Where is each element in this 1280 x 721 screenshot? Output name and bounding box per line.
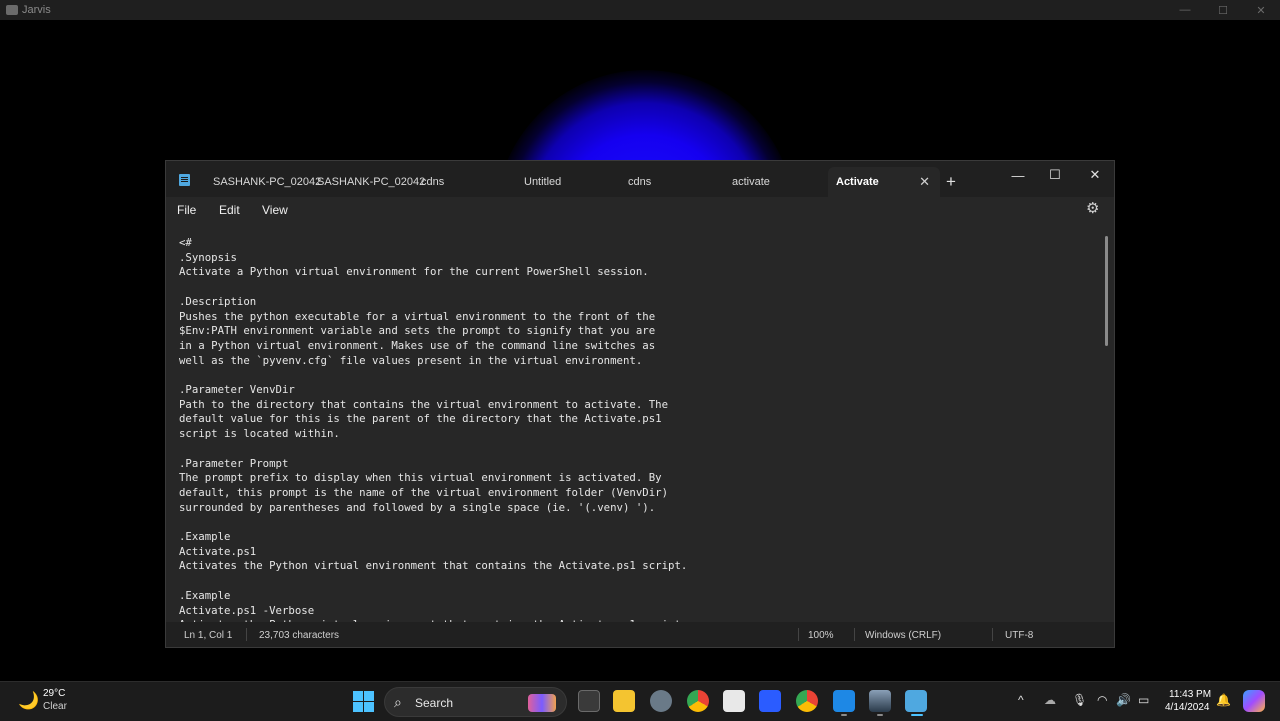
- zoom-level[interactable]: 100%: [808, 630, 834, 641]
- file-explorer-icon[interactable]: [613, 690, 635, 712]
- document-text[interactable]: <# .Synopsis Activate a Python virtual e…: [179, 236, 687, 622]
- tab-activate-lower[interactable]: activate: [732, 167, 770, 197]
- active-indicator: [911, 714, 923, 716]
- gear-icon[interactable]: ⚙: [1086, 201, 1102, 217]
- status-divider: [798, 628, 799, 641]
- close-button[interactable]: ✕: [1075, 163, 1115, 187]
- onedrive-icon[interactable]: ☁: [1044, 693, 1056, 707]
- store-icon[interactable]: [723, 690, 745, 712]
- host-minimize-button[interactable]: —: [1166, 0, 1204, 20]
- bell-icon[interactable]: 🔔: [1216, 693, 1231, 707]
- search-label: Search: [415, 696, 454, 710]
- battery-icon[interactable]: ▭: [1138, 693, 1149, 707]
- vscode-icon[interactable]: [833, 690, 855, 712]
- notepad-window: SASHANK-PC_02042 SASHANK-PC_02042 cdns U…: [165, 160, 1115, 648]
- line-ending[interactable]: Windows (CRLF): [865, 630, 941, 641]
- character-count: 23,703 characters: [259, 630, 340, 641]
- maximize-button[interactable]: ☐: [1035, 163, 1075, 187]
- moon-icon[interactable]: 🌙: [18, 691, 39, 711]
- volume-icon[interactable]: 🔊: [1116, 693, 1131, 707]
- notepad-icon: [179, 174, 190, 186]
- clock-time[interactable]: 11:43 PM: [1169, 689, 1211, 700]
- taskbar-search[interactable]: ⌕ Search: [384, 687, 567, 717]
- host-close-button[interactable]: ✕: [1242, 0, 1280, 20]
- menu-bar: File Edit View ⚙: [166, 197, 1114, 221]
- chrome-profile-icon[interactable]: [796, 690, 818, 712]
- notepad-taskbar-icon[interactable]: [905, 690, 927, 712]
- text-editor[interactable]: <# .Synopsis Activate a Python virtual e…: [166, 221, 1114, 622]
- tab-activate[interactable]: Activate ✕: [828, 167, 940, 197]
- tab-label: cdns: [628, 176, 652, 188]
- tab-sashank-1[interactable]: SASHANK-PC_02042: [213, 167, 321, 197]
- chrome-icon[interactable]: [687, 690, 709, 712]
- status-divider: [992, 628, 993, 641]
- weather-condition[interactable]: Clear: [43, 701, 67, 712]
- new-tab-button[interactable]: +: [946, 172, 956, 192]
- encoding[interactable]: UTF-8: [1005, 630, 1033, 641]
- settings-app-icon[interactable]: [650, 690, 672, 712]
- tab-cdns-1[interactable]: cdns: [421, 167, 444, 197]
- powerautomate-icon[interactable]: [759, 690, 781, 712]
- tab-cdns-2[interactable]: cdns: [628, 167, 651, 197]
- menu-edit[interactable]: Edit: [219, 203, 240, 217]
- close-tab-icon[interactable]: ✕: [919, 174, 930, 190]
- status-divider: [854, 628, 855, 641]
- tab-label: SASHANK-PC_02042: [213, 176, 322, 188]
- cursor-position: Ln 1, Col 1: [184, 630, 233, 641]
- clock-date[interactable]: 4/14/2024: [1165, 702, 1210, 713]
- tab-bar: SASHANK-PC_02042 SASHANK-PC_02042 cdns U…: [166, 161, 1114, 197]
- host-title-bar: Jarvis — ☐ ✕: [0, 0, 1280, 20]
- host-maximize-button[interactable]: ☐: [1204, 0, 1242, 20]
- menu-file[interactable]: File: [177, 203, 196, 217]
- weather-temperature[interactable]: 29°C: [43, 688, 65, 699]
- status-divider: [246, 628, 247, 641]
- microphone-icon[interactable]: 🎙: [1072, 693, 1087, 707]
- tab-label: Untitled: [524, 176, 562, 188]
- status-bar: Ln 1, Col 1 23,703 characters 100% Windo…: [166, 622, 1114, 647]
- search-icon: ⌕: [394, 694, 402, 710]
- tab-label: activate: [732, 176, 770, 188]
- tab-sashank-2[interactable]: SASHANK-PC_02042: [317, 167, 425, 197]
- search-highlight-icon: [528, 694, 556, 712]
- start-button[interactable]: [352, 690, 374, 712]
- jarvis-app-icon: [6, 5, 18, 15]
- chevron-up-icon[interactable]: ^: [1018, 693, 1024, 707]
- minimize-button[interactable]: —: [998, 163, 1038, 187]
- tab-label: Activate: [836, 176, 879, 188]
- running-indicator: [841, 714, 847, 716]
- task-view-icon[interactable]: [578, 690, 600, 712]
- jarvis-app-icon[interactable]: [869, 690, 891, 712]
- copilot-icon[interactable]: [1243, 690, 1265, 712]
- vertical-scrollbar[interactable]: [1105, 236, 1108, 346]
- tab-untitled[interactable]: Untitled: [524, 167, 561, 197]
- host-window-title: Jarvis: [22, 4, 51, 16]
- tab-label: SASHANK-PC_02042: [317, 176, 426, 188]
- tab-label: cdns: [421, 176, 445, 188]
- running-indicator: [877, 714, 883, 716]
- menu-view[interactable]: View: [262, 203, 288, 217]
- taskbar: 🌙 29°C Clear ⌕ Search ^ ☁ 🎙 ◠ 🔊 ▭ 🔔 11:4…: [0, 681, 1280, 721]
- wifi-icon[interactable]: ◠: [1097, 693, 1107, 707]
